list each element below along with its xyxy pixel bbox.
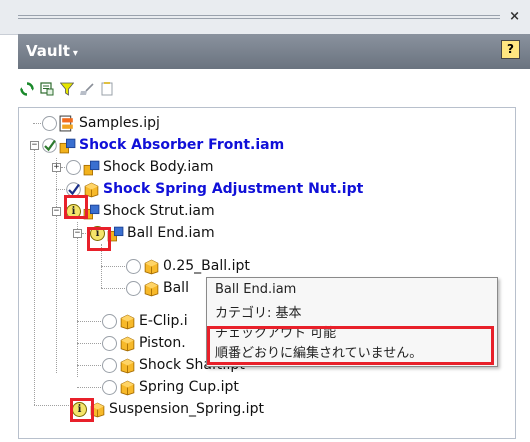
part-icon [144, 281, 159, 296]
tooltip-category: カテゴリ: 基本 [215, 306, 302, 321]
tree-node-label: E-Clip.i [139, 313, 188, 329]
highlight-box [64, 195, 88, 219]
vault-menu-button[interactable]: Vault ▾ [26, 42, 78, 60]
vault-status-circle-icon [102, 357, 117, 373]
tree-connector [77, 387, 101, 388]
tree-node-label: Shock Body.iam [103, 159, 214, 175]
tree-connector [33, 123, 41, 124]
vault-panel-header: Vault ▾ ? [18, 34, 530, 69]
grip-line [18, 15, 500, 16]
close-icon[interactable]: × [509, 9, 520, 24]
tree-connector [77, 222, 78, 377]
checked-out-icon [42, 137, 57, 153]
tree-connector [77, 365, 101, 366]
vault-status-circle-icon [102, 379, 117, 395]
tree-node-0-25-ball[interactable]: 0.25_Ball.ipt [126, 255, 250, 277]
help-button[interactable]: ? [501, 40, 520, 59]
part-icon [120, 336, 135, 351]
vault-title-label: Vault [26, 42, 70, 60]
collapse-toggle[interactable]: − [73, 229, 82, 238]
tree-connector [56, 158, 57, 373]
vault-status-circle-icon [126, 258, 141, 274]
tree-connector [101, 288, 125, 289]
vault-status-circle-icon [66, 159, 81, 175]
tree-node-e-clip[interactable]: E-Clip.i [102, 310, 188, 332]
refresh-icon[interactable] [20, 82, 34, 96]
chevron-down-icon: ▾ [72, 48, 78, 59]
tooltip-filename: Ball End.iam [215, 282, 297, 297]
tree-node-samples[interactable]: Samples.ipj [42, 112, 160, 134]
tree-connector [101, 266, 125, 267]
tree-node-label: Spring Cup.ipt [139, 379, 239, 395]
part-icon [120, 314, 135, 329]
panel-title-strip[interactable]: × [0, 0, 530, 35]
tree-node-piston[interactable]: Piston. [102, 332, 186, 354]
assembly-icon [59, 138, 76, 153]
part-icon [120, 380, 135, 395]
tree-node-label: Piston. [139, 335, 186, 351]
vault-status-circle-icon [126, 280, 141, 296]
filter-icon[interactable] [60, 82, 74, 96]
properties-icon[interactable] [40, 82, 54, 96]
broom-icon[interactable] [80, 82, 94, 96]
tree-node-shock-absorber-front[interactable]: Shock Absorber Front.iam [42, 134, 284, 156]
vault-status-circle-icon [42, 115, 57, 131]
vault-window: × Vault ▾ ? − + − − Samples.ipj Shock Ab… [0, 0, 530, 442]
assembly-icon [83, 160, 100, 175]
tree-node-shock-strut[interactable]: i Shock Strut.iam [66, 200, 215, 222]
tree-node-label: Samples.ipj [79, 115, 160, 131]
tree-node-label: Shock Strut.iam [103, 203, 215, 219]
tree-node-suspension-spring[interactable]: i Suspension_Spring.ipt [72, 398, 264, 420]
collapse-toggle[interactable]: − [30, 141, 39, 150]
tree-node-shock-body[interactable]: Shock Body.iam [66, 156, 213, 178]
tree-connector [77, 321, 101, 322]
tree-node-ball[interactable]: Ball [126, 277, 189, 299]
tree-connector [77, 343, 101, 344]
tree-node-label: Shock Absorber Front.iam [79, 137, 285, 153]
tree-connector [34, 405, 71, 406]
collapse-toggle[interactable]: − [52, 207, 61, 216]
vault-status-circle-icon [102, 313, 117, 329]
vault-browser-tree: − + − − Samples.ipj Shock Absorber Front… [18, 107, 516, 439]
grip-line [18, 18, 500, 19]
part-icon [144, 259, 159, 274]
tree-node-label: Shock Spring Adjustment Nut.ipt [103, 181, 364, 197]
vault-toolbar [18, 70, 530, 106]
document-icon[interactable] [100, 82, 114, 96]
tree-node-label: Suspension_Spring.ipt [109, 401, 264, 417]
expand-toggle[interactable]: + [52, 163, 61, 172]
project-file-icon [59, 115, 73, 131]
tree-node-shock-spring-adjustment-nut[interactable]: Shock Spring Adjustment Nut.ipt [66, 178, 363, 200]
tree-node-spring-cup[interactable]: Spring Cup.ipt [102, 376, 239, 398]
tree-node-label: 0.25_Ball.ipt [163, 258, 250, 274]
part-icon [120, 358, 135, 373]
tree-node-label: Ball [163, 280, 189, 296]
highlight-box [207, 326, 494, 365]
tree-node-label: Ball End.iam [127, 225, 215, 241]
highlight-box [87, 227, 111, 251]
highlight-box [70, 398, 94, 422]
tree-connector [34, 145, 35, 405]
vault-status-circle-icon [102, 335, 117, 351]
